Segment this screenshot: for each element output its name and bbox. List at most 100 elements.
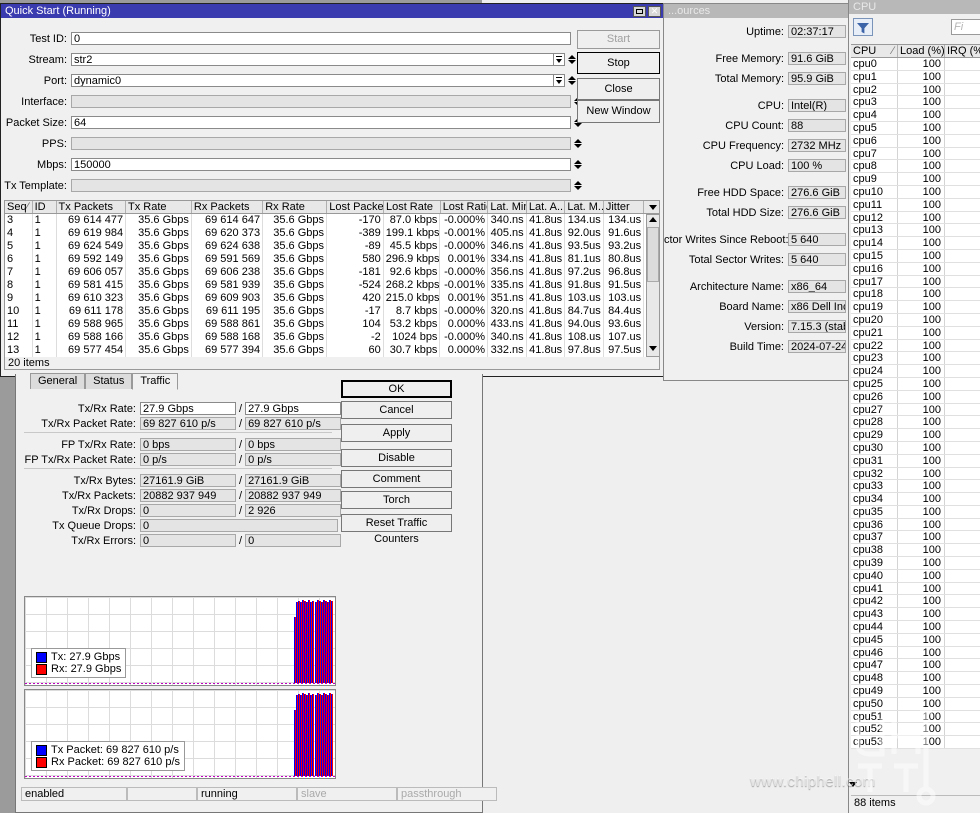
dropdown-arrow-icon[interactable]: [554, 53, 565, 66]
cpu-table-row[interactable]: cpu40 100: [851, 569, 980, 583]
column-header[interactable]: Tx Packets: [57, 201, 127, 213]
scroll-thumb[interactable]: [647, 227, 659, 282]
cpu-table-row[interactable]: cpu7 100: [851, 147, 980, 161]
close-button[interactable]: ✕: [648, 5, 661, 17]
cpu-table-row[interactable]: cpu39 100: [851, 557, 980, 570]
cpu-table-row[interactable]: cpu26 100: [851, 390, 980, 404]
cpu-table-row[interactable]: cpu22 100: [851, 339, 980, 353]
cpu-table-row[interactable]: cpu46 100: [851, 646, 980, 660]
cpu-table-row[interactable]: cpu41 100: [851, 582, 980, 596]
column-header[interactable]: Tx Rate: [126, 201, 192, 213]
column-header[interactable]: Lost Rate: [384, 201, 441, 213]
cpu-table-row[interactable]: cpu36 100: [851, 518, 980, 532]
column-header[interactable]: Lat. A...: [527, 201, 566, 213]
table-row[interactable]: 6 1 69 592 149 35.6 Gbps 69 591 569 35.6 Gbps…: [4, 253, 660, 266]
cpu-table-row[interactable]: cpu4 100: [851, 109, 980, 122]
table-row[interactable]: 12 1 69 588 166 35.6 Gbps 69 588 168 35.6 Gbp…: [4, 331, 660, 344]
cpu-table-row[interactable]: cpu8 100: [851, 160, 980, 174]
cpu-find-input[interactable]: Fi: [951, 19, 980, 35]
dropdown-arrow-icon[interactable]: [554, 74, 565, 87]
table-row[interactable]: 11 1 69 588 965 35.6 Gbps 69 588 861 35.6 Gbp…: [4, 318, 660, 331]
cpu-table-row[interactable]: cpu12 100: [851, 211, 980, 225]
cpu-table-row[interactable]: cpu11 100: [851, 198, 980, 212]
cpu-table-row[interactable]: cpu32 100: [851, 467, 980, 481]
tab-traffic[interactable]: Traffic: [132, 373, 179, 390]
cpu-table-row[interactable]: cpu28 100: [851, 416, 980, 430]
stop-button[interactable]: Stop: [577, 52, 660, 74]
cpu-table-row[interactable]: cpu16 100: [851, 262, 980, 276]
cpu-table-row[interactable]: cpu51 100: [851, 710, 980, 724]
new-window-button[interactable]: New Window: [577, 100, 660, 123]
cpu-table-row[interactable]: cpu31 100: [851, 454, 980, 468]
cpu-table-row[interactable]: cpu9 100: [851, 173, 980, 186]
column-header[interactable]: Lat. Min.: [488, 201, 527, 213]
cpu-table-row[interactable]: cpu20 100: [851, 313, 980, 327]
cpu-table-row[interactable]: cpu37 100: [851, 531, 980, 545]
close-button[interactable]: Close: [577, 78, 660, 100]
cpu-table-row[interactable]: cpu35 100: [851, 505, 980, 519]
spinner-arrows[interactable]: [573, 158, 582, 171]
spinner-arrows[interactable]: [567, 74, 576, 87]
spinner-arrows[interactable]: [573, 179, 582, 192]
cpu-table-row[interactable]: cpu5 100: [851, 121, 980, 135]
table-row[interactable]: 10 1 69 611 178 35.6 Gbps 69 611 195 35.6 Gbp…: [4, 305, 660, 318]
table-scrollbar[interactable]: [646, 214, 660, 357]
spinner-arrows[interactable]: [573, 137, 582, 150]
cpu-table-row[interactable]: cpu27 100: [851, 403, 980, 417]
disable-button[interactable]: Disable: [341, 449, 452, 467]
column-header[interactable]: Lost Packets: [327, 201, 384, 213]
spinner-arrows[interactable]: [567, 53, 576, 66]
cpu-table-row[interactable]: cpu29 100: [851, 429, 980, 442]
cpu-table-row[interactable]: cpu19 100: [851, 301, 980, 314]
cpu-table-row[interactable]: cpu34 100: [851, 493, 980, 506]
cpu-table-row[interactable]: cpu3 100: [851, 96, 980, 110]
table-row[interactable]: 3 1 69 614 477 35.6 Gbps 69 614 647 35.6 Gbps…: [4, 214, 660, 227]
column-header[interactable]: Lat. M...: [565, 201, 604, 213]
table-row[interactable]: 4 1 69 619 984 35.6 Gbps 69 620 373 35.6 Gbps…: [4, 227, 660, 240]
funnel-icon[interactable]: [853, 18, 873, 36]
ok-button[interactable]: OK: [341, 380, 452, 398]
table-row[interactable]: 13 1 69 577 454 35.6 Gbps 69 577 394 35.6 Gbp…: [4, 344, 660, 357]
scroll-down-arrow[interactable]: [649, 346, 657, 354]
table-row[interactable]: 9 1 69 610 323 35.6 Gbps 69 609 903 35.6 Gbps…: [4, 292, 660, 305]
column-header[interactable]: ID: [33, 201, 57, 213]
cancel-button[interactable]: Cancel: [341, 401, 452, 419]
torch-button[interactable]: Torch: [341, 491, 452, 509]
cpu-scroll-down-arrow[interactable]: [849, 782, 859, 792]
field-input[interactable]: str2: [71, 53, 554, 66]
column-header[interactable]: Rx Packets: [192, 201, 264, 213]
cpu-table-row[interactable]: cpu47 100: [851, 659, 980, 673]
column-chooser-icon[interactable]: [644, 201, 659, 213]
cpu-column-header[interactable]: CPU ∕: [851, 45, 898, 57]
cpu-table-row[interactable]: cpu17 100: [851, 275, 980, 289]
cpu-table-row[interactable]: cpu45 100: [851, 633, 980, 647]
cpu-table-row[interactable]: cpu33 100: [851, 480, 980, 494]
cpu-table-row[interactable]: cpu38 100: [851, 544, 980, 558]
resources-titlebar[interactable]: ...ources: [664, 4, 848, 18]
tab-status[interactable]: Status: [85, 373, 133, 389]
field-input[interactable]: 0: [71, 32, 571, 45]
cpu-table-row[interactable]: cpu6 100: [851, 134, 980, 148]
cpu-table-row[interactable]: cpu24 100: [851, 365, 980, 378]
quick-start-titlebar[interactable]: Quick Start (Running) ✕: [1, 4, 663, 18]
field-input[interactable]: 150000: [71, 158, 571, 171]
table-row[interactable]: 8 1 69 581 415 35.6 Gbps 69 581 939 35.6 Gbps…: [4, 279, 660, 292]
cpu-table-row[interactable]: cpu18 100: [851, 288, 980, 302]
cpu-table-row[interactable]: cpu2 100: [851, 83, 980, 97]
apply-button[interactable]: Apply: [341, 424, 452, 442]
cpu-table-row[interactable]: cpu44 100: [851, 621, 980, 634]
reset-traffic-counters-button[interactable]: Reset Traffic Counters: [341, 514, 452, 545]
cpu-column-header[interactable]: Load (%): [898, 45, 945, 57]
cpu-table-row[interactable]: cpu0 100: [851, 58, 980, 71]
cpu-table-row[interactable]: cpu14 100: [851, 237, 980, 250]
column-header[interactable]: Seq ∕: [5, 201, 33, 213]
cpu-table-row[interactable]: cpu23 100: [851, 352, 980, 366]
comment-button[interactable]: Comment: [341, 470, 452, 488]
column-header[interactable]: Rx Rate: [263, 201, 328, 213]
table-row[interactable]: 7 1 69 606 057 35.6 Gbps 69 606 238 35.6 Gbps…: [4, 266, 660, 279]
cpu-table-row[interactable]: cpu15 100: [851, 249, 980, 263]
cpu-table-row[interactable]: cpu25 100: [851, 377, 980, 391]
cpu-table-row[interactable]: cpu53 100: [851, 736, 980, 750]
column-header[interactable]: Jitter: [604, 201, 645, 213]
cpu-table-row[interactable]: cpu10 100: [851, 185, 980, 199]
